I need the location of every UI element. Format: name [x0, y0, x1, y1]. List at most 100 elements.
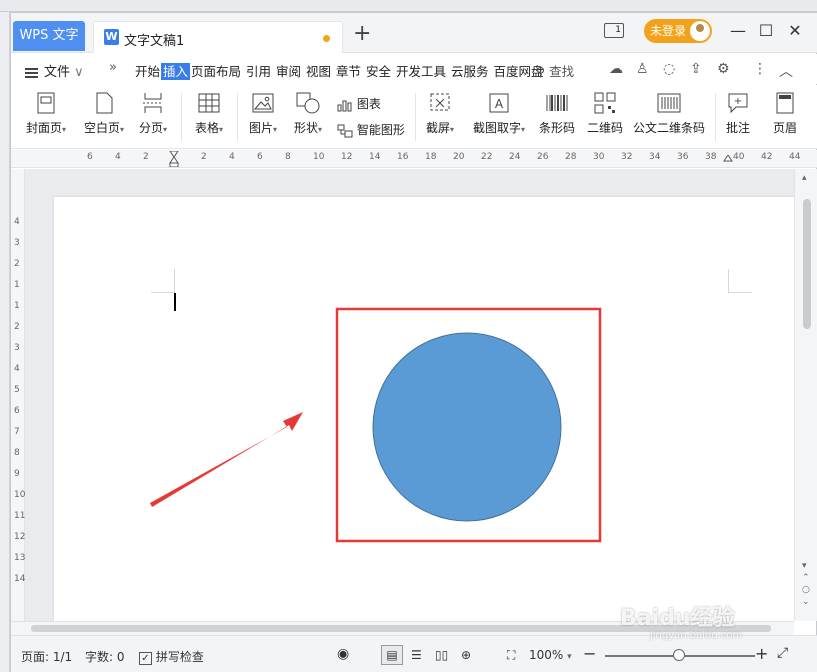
shape-button[interactable]: 形状▾ [289, 91, 327, 136]
ruler-tick-label: 30 [593, 152, 605, 162]
qrcode-button[interactable]: 二维码 [585, 91, 625, 136]
vertical-scrollbar[interactable]: ▴ ▾ ⌃ ○ ⌄ [794, 169, 817, 621]
tab-start[interactable]: 开始 [135, 64, 160, 79]
document-tab-title: 文字文稿1 [124, 34, 185, 49]
login-label: 未登录 [650, 24, 687, 38]
document-area[interactable]: 4 3 2 1 1 2 3 4 5 6 7 8 9 10 11 12 13 14 [11, 169, 794, 621]
eye-protection-icon[interactable]: ◉ [337, 646, 349, 662]
ruler-tick-label: 16 [397, 152, 409, 162]
search-button[interactable]: ⚲ 查找 [536, 61, 574, 80]
horizontal-ruler[interactable]: 6 4 2 2 4 6 8 10 12 14 16 18 20 22 24 26 28 30 32 34 36 38 40 4… [11, 150, 817, 168]
picture-label: 图片 [248, 121, 273, 135]
tab-insert[interactable]: 插入 [161, 63, 191, 80]
chart-icon [337, 100, 352, 111]
word-count[interactable]: 字数: 0 [85, 648, 125, 665]
ruler-tick-label: 7 [14, 427, 20, 437]
zoom-out-icon[interactable]: − [583, 644, 596, 663]
ruler-tick-label: 6 [87, 152, 93, 162]
reading-view-icon[interactable]: ▯▯ [435, 648, 448, 662]
maximize-icon[interactable]: ☐ [755, 21, 777, 40]
zoom-level[interactable]: 100% ▾ [529, 648, 572, 662]
settings-gear-icon[interactable]: ⚙ [717, 61, 730, 77]
tab-security[interactable]: 安全 [366, 64, 391, 79]
scroll-down-icon[interactable]: ▾ [802, 561, 807, 571]
comment-label: 批注 [725, 121, 750, 135]
pdf417-button[interactable]: 公文二维条码 [631, 91, 707, 136]
comment-bubble-icon[interactable]: ◌ [663, 61, 675, 77]
chart-label: 图表 [356, 97, 381, 111]
share-icon[interactable]: ⇪ [690, 61, 702, 77]
tab-wps-home[interactable]: WPS 文字 [13, 21, 85, 51]
svg-text:+: + [734, 96, 742, 107]
ribbon-separator [415, 93, 416, 141]
document-page[interactable] [54, 197, 794, 621]
tab-page-layout[interactable]: 页面布局 [191, 64, 241, 79]
page-count[interactable]: 页面: 1/1 [21, 648, 72, 665]
tab-chapter[interactable]: 章节 [336, 64, 361, 79]
shape-icon [296, 92, 320, 114]
minimize-icon[interactable]: — [727, 21, 749, 40]
collapse-ribbon-icon[interactable]: ︿ [779, 61, 793, 81]
table-button[interactable]: 表格▾ [191, 91, 227, 136]
prev-page-icon[interactable]: ⌃ [802, 573, 810, 583]
spell-check-label: 拼写检查 [155, 650, 204, 664]
ruler-tick-label: 5 [14, 385, 20, 395]
picture-icon [252, 93, 274, 113]
tab-cloud[interactable]: 云服务 [451, 64, 489, 79]
comment-icon: + [728, 93, 748, 114]
page-view-icon[interactable]: ▤ [381, 645, 403, 665]
zoom-in-icon[interactable]: + [755, 644, 768, 663]
ruler-tick-label: 2 [14, 259, 20, 269]
next-page-icon[interactable]: ⌄ [802, 597, 810, 607]
ruler-tick-label: 10 [14, 490, 26, 500]
outline-view-icon[interactable]: ☰ [411, 648, 422, 662]
zoom-value: 100% [529, 648, 564, 662]
picture-button[interactable]: 图片▾ [245, 91, 281, 136]
vertical-ruler[interactable]: 4 3 2 1 1 2 3 4 5 6 7 8 9 10 11 12 13 14 [11, 169, 25, 621]
indent-marker-icon[interactable] [169, 151, 179, 167]
web-view-icon[interactable]: ⊕ [461, 648, 471, 662]
file-menu-label: 文件 [44, 65, 71, 80]
blank-page-button[interactable]: 空白页▾ [79, 91, 129, 136]
new-tab-icon[interactable]: + [353, 23, 371, 45]
cloud-sync-icon[interactable]: ☁ [609, 61, 623, 77]
spell-check-toggle[interactable]: ✓ 拼写检查 [139, 648, 204, 665]
select-browse-icon[interactable]: ○ [802, 585, 810, 595]
ribbon-separator [237, 93, 238, 141]
login-button[interactable]: 未登录 [644, 19, 712, 43]
page-break-button[interactable]: 分页▾ [135, 91, 171, 136]
tab-developer[interactable]: 开发工具 [396, 64, 446, 79]
comment-button[interactable]: + 批注 [721, 91, 755, 136]
file-menu[interactable]: 文件 ∨ [25, 61, 84, 80]
chart-button[interactable]: 图表 [337, 95, 381, 112]
screenshot-label: 截屏 [425, 121, 450, 135]
fullscreen-icon[interactable]: ⤢ [777, 645, 788, 661]
screenshot-button[interactable]: 截屏▾ [421, 91, 459, 136]
reading-mode-icon[interactable]: 1 [604, 23, 624, 38]
header-button[interactable]: 页眉 [767, 91, 803, 136]
barcode-button[interactable]: 条形码 [537, 91, 577, 136]
tab-view[interactable]: 视图 [306, 64, 331, 79]
tab-review[interactable]: 审阅 [276, 64, 301, 79]
tab-document[interactable]: W 文字文稿1 [93, 21, 343, 53]
scroll-up-icon[interactable]: ▴ [802, 173, 807, 183]
right-indent-marker-icon[interactable] [723, 155, 733, 167]
more-menu-icon[interactable]: » [109, 60, 117, 75]
fit-page-icon[interactable]: ⛶ [507, 648, 515, 663]
close-icon[interactable]: ✕ [784, 21, 806, 40]
circle-shape[interactable] [372, 332, 562, 522]
smart-art-button[interactable]: 智能图形 [337, 121, 405, 138]
page-break-icon [143, 93, 163, 113]
vertical-scroll-thumb[interactable] [803, 199, 811, 329]
page-break-label: 分页 [138, 121, 163, 135]
ruler-tick-label: 4 [14, 217, 20, 227]
barcode-label: 条形码 [538, 121, 575, 135]
tab-references[interactable]: 引用 [246, 64, 271, 79]
more-options-icon[interactable]: ⋮ [753, 61, 767, 77]
cover-page-button[interactable]: 封面页▾ [23, 91, 69, 136]
ruler-tick-label: 4 [115, 152, 121, 162]
zoom-slider-knob[interactable] [673, 649, 685, 661]
screenshot-ocr-button[interactable]: A 截图取字▾ [467, 91, 531, 136]
qrcode-label: 二维码 [586, 121, 623, 135]
share-user-icon[interactable]: ♙ [636, 61, 649, 77]
